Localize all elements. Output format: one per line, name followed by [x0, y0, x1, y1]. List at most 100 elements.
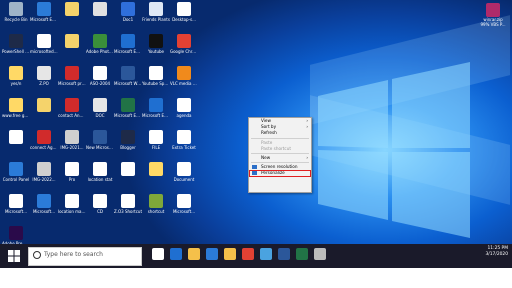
desktop-icon-image	[65, 130, 79, 144]
desktop-icon-label: agenda	[176, 113, 192, 118]
winrar-desktop-icon[interactable]: winrar.zip 99% VBS P...	[480, 3, 506, 33]
desktop-icon[interactable]: Z.O3 Shortcut	[114, 194, 142, 224]
task-view-icon[interactable]	[152, 248, 164, 260]
menu-item-personalize[interactable]: Personalize	[249, 170, 311, 177]
desktop-icon-label: Microsoft Word	[114, 81, 142, 86]
folder-icon[interactable]	[224, 248, 236, 260]
desktop-icon[interactable]: Document	[170, 162, 198, 192]
desktop-icon[interactable]: agenda	[170, 98, 198, 128]
desktop-icon[interactable]: Youtube Sports	[142, 66, 170, 96]
desktop-icon[interactable]	[86, 2, 114, 32]
desktop-icon[interactable]: Microsoft...	[2, 194, 30, 224]
desktop[interactable]: Recycle Bin Microsoft Ed... Doc1 Friends Pl…	[0, 0, 512, 268]
desktop-icon[interactable]: VLC media player	[170, 66, 198, 96]
menu-item-label: Paste	[261, 139, 273, 145]
desktop-icon[interactable]: Extra Ticket	[170, 130, 198, 160]
desktop-icon[interactable]: Microsoft project	[58, 66, 86, 96]
desktop-icon-label: yes/n	[10, 81, 22, 86]
desktop-icon[interactable]: Pro	[58, 162, 86, 192]
desktop-icon-image	[149, 194, 163, 208]
desktop-icon[interactable]: Microsoft Edge	[142, 98, 170, 128]
desktop-icon[interactable]: microsoftedge shortcut	[30, 34, 58, 64]
desktop-icon[interactable]: shortcut	[142, 194, 170, 224]
desktop-icon[interactable]	[2, 130, 30, 160]
desktop-icon[interactable]: Google Chrome	[170, 34, 198, 64]
desktop-icon-image	[149, 130, 163, 144]
winrar-icon	[486, 3, 500, 17]
desktop-icon[interactable]: yes/n	[2, 66, 30, 96]
menu-item-new[interactable]: New ›	[249, 155, 311, 161]
desktop-icon[interactable]: Doc1	[114, 2, 142, 32]
settings-icon[interactable]	[314, 248, 326, 260]
desktop-icon[interactable]: Blogger	[114, 130, 142, 160]
desktop-icon[interactable]: contact Angles	[58, 98, 86, 128]
desktop-icon-image	[93, 98, 107, 112]
desktop-icon[interactable]	[58, 2, 86, 32]
system-tray-clock[interactable]: 11:25 PM 3/17/2020	[485, 246, 508, 258]
desktop-icon-label: location stat	[87, 177, 113, 182]
desktop-icon[interactable]: ASO-2004	[86, 66, 114, 96]
desktop-icon[interactable]: Microsoft...	[30, 194, 58, 224]
desktop-icon[interactable]: www.free guide	[2, 98, 30, 128]
start-button[interactable]	[3, 245, 25, 267]
menu-separator	[251, 137, 309, 139]
excel-icon[interactable]	[296, 248, 308, 260]
desktop-icon[interactable]: Recycle Bin	[2, 2, 30, 32]
desktop-icon-label: Doc1	[122, 17, 134, 22]
menu-item-label: Paste shortcut	[261, 145, 291, 151]
desktop-icon-image	[177, 34, 191, 48]
desktop-icon[interactable]: Microsoft Ed...	[30, 2, 58, 32]
desktop-icon[interactable]: Microsoft Edge	[114, 34, 142, 64]
desktop-icon[interactable]: Microsoft Word	[114, 66, 142, 96]
desktop-icon-image	[149, 2, 163, 16]
desktop-icon[interactable]: FILE	[142, 130, 170, 160]
desktop-icon[interactable]: DOC	[86, 98, 114, 128]
desktop-icon[interactable]: location stat	[86, 162, 114, 192]
menu-item-label: New	[261, 154, 271, 160]
desktop-icon[interactable]: Z.PO	[30, 66, 58, 96]
desktop-icon-image	[149, 34, 163, 48]
desktop-icon[interactable]: connect Agenda ple...	[30, 130, 58, 160]
store-icon[interactable]	[206, 248, 218, 260]
desktop-icon[interactable]: Microsoft Excel 2016	[114, 98, 142, 128]
desktop-icon-label: Microsoft Ed...	[30, 17, 58, 22]
taskbar-search-box[interactable]: Type here to search	[28, 247, 142, 266]
desktop-icon[interactable]: Friends Plants	[142, 2, 170, 32]
desktop-icon[interactable]	[114, 162, 142, 192]
desktop-icon[interactable]: Microsoft...	[170, 194, 198, 224]
desktop-icon-label: shortcut	[147, 209, 165, 214]
desktop-icon[interactable]	[30, 98, 58, 128]
desktop-icon[interactable]: Adobe Photosho...	[86, 34, 114, 64]
chrome-icon[interactable]	[242, 248, 254, 260]
desktop-icon[interactable]: CD	[86, 194, 114, 224]
desktop-icon[interactable]: New Microsoft...	[86, 130, 114, 160]
edge-icon[interactable]	[170, 248, 182, 260]
desktop-icon[interactable]: Control Panel	[2, 162, 30, 192]
menu-item-refresh[interactable]: Refresh	[249, 130, 311, 136]
desktop-icon[interactable]	[142, 162, 170, 192]
desktop-icon[interactable]	[58, 34, 86, 64]
desktop-icon-image	[93, 162, 107, 176]
desktop-icon-label: Microsoft project	[58, 81, 86, 86]
desktop-icon-label: PowerShell Privacy	[2, 49, 30, 54]
desktop-icon[interactable]: Desktop-s...	[170, 2, 198, 32]
word-icon[interactable]	[278, 248, 290, 260]
desktop-icon-label: Youtube	[148, 49, 164, 54]
desktop-icon-label: Document	[173, 177, 195, 182]
desktop-icon[interactable]: IMG-2022...	[30, 162, 58, 192]
desktop-icon[interactable]: PowerShell Privacy	[2, 34, 30, 64]
desktop-icon-label: Google Chrome	[170, 49, 198, 54]
photos-icon[interactable]	[260, 248, 272, 260]
desktop-icon[interactable]: location marks	[58, 194, 86, 224]
desktop-icon-label: Adobe Photosho...	[86, 49, 114, 54]
desktop-icon-label: Microsoft Edge	[142, 113, 170, 118]
desktop-icon-image	[9, 162, 23, 176]
desktop-icon-image	[65, 2, 79, 16]
file-explorer-icon[interactable]	[188, 248, 200, 260]
desktop-icon-label: New Microsoft...	[86, 145, 114, 150]
desktop-icon-label: CD	[97, 209, 103, 214]
desktop-icon-image	[9, 2, 23, 16]
desktop-icon-label: connect Agenda ple...	[30, 145, 58, 150]
desktop-icon[interactable]: IMG-2021...	[58, 130, 86, 160]
desktop-icon[interactable]: Youtube	[142, 34, 170, 64]
